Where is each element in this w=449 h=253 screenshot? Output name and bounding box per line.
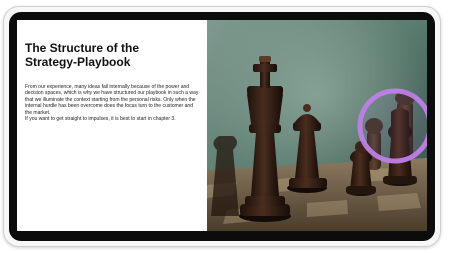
- slide-paragraph-intro: From our experience, many ideas fail int…: [25, 84, 199, 116]
- chess-photo-illustration: [207, 20, 427, 231]
- slide-paragraph-tip: If you want to get straight to impulses,…: [25, 116, 176, 123]
- slide-screen: The Structure of the Strategy-Playbook F…: [17, 20, 427, 231]
- chess-pieces-photo: [207, 20, 427, 231]
- tablet-bezel: The Structure of the Strategy-Playbook F…: [9, 12, 435, 241]
- slide-text-panel: The Structure of the Strategy-Playbook F…: [17, 20, 207, 231]
- slide-title: The Structure of the Strategy-Playbook: [25, 41, 140, 69]
- tablet-device-frame: The Structure of the Strategy-Playbook F…: [3, 6, 441, 247]
